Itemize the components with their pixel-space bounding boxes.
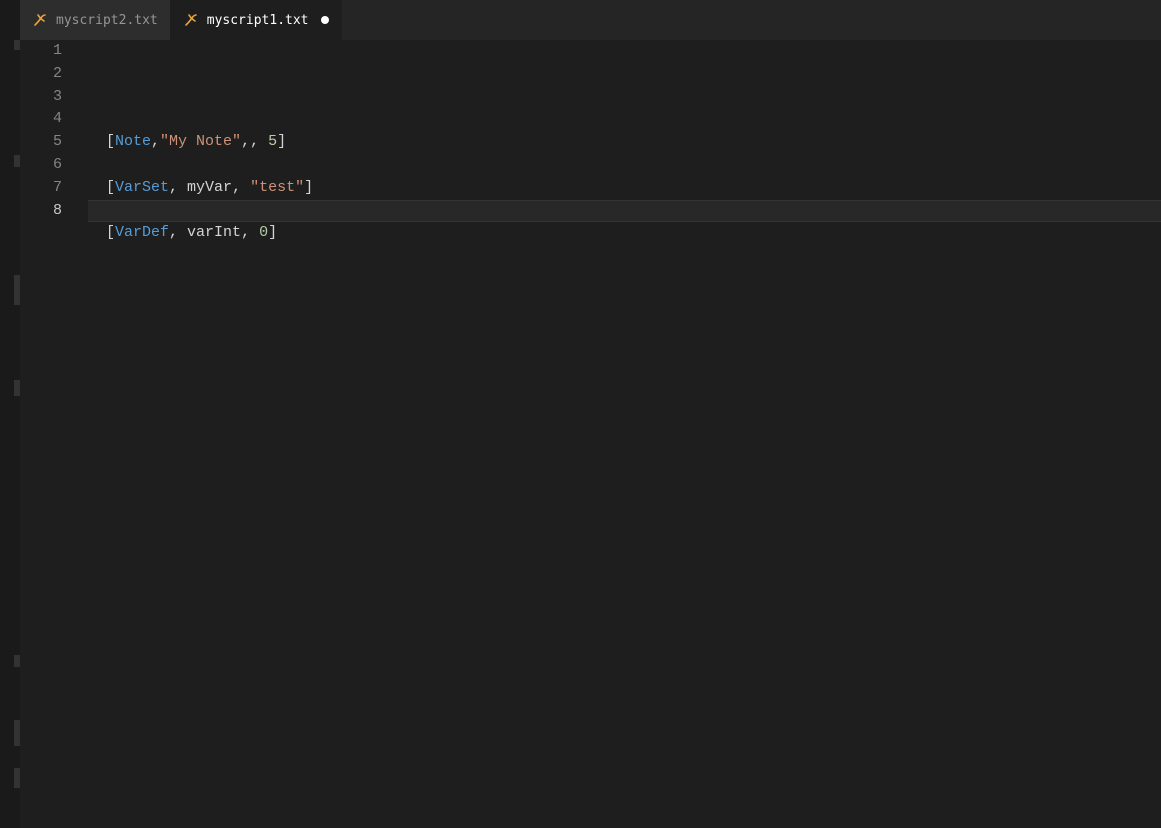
token-num: 5: [268, 133, 277, 150]
token-punct: ,,: [241, 133, 268, 150]
token-punct: [: [106, 224, 115, 241]
tab-label: myscript1.txt: [207, 13, 309, 28]
code-line[interactable]: [106, 154, 1161, 177]
line-number: 5: [20, 131, 88, 154]
token-punct: ,: [169, 224, 187, 241]
token-ident: varInt: [187, 224, 241, 241]
dirty-indicator-icon: [321, 16, 329, 24]
token-punct: ]: [268, 224, 277, 241]
token-str: "My Note": [160, 133, 241, 150]
token-punct: [: [106, 133, 115, 150]
line-number: 7: [20, 177, 88, 200]
token-ident: myVar: [187, 179, 232, 196]
token-punct: ,: [151, 133, 160, 150]
zbrush-icon: [32, 12, 48, 28]
token-str: "test": [250, 179, 304, 196]
code-line[interactable]: [106, 268, 1161, 291]
line-number: 3: [20, 86, 88, 109]
tab-myscript1-txt[interactable]: myscript1.txt: [171, 0, 342, 40]
line-number: 2: [20, 63, 88, 86]
tab-label: myscript2.txt: [56, 13, 158, 28]
token-punct: ,: [169, 179, 187, 196]
token-punct: ]: [277, 133, 286, 150]
token-punct: ,: [241, 224, 259, 241]
code-line[interactable]: [106, 200, 1161, 223]
line-number: 6: [20, 154, 88, 177]
left-rail: [0, 0, 20, 828]
code-line[interactable]: [Note,"My Note",, 5]: [106, 131, 1161, 154]
app-root: myscript2.txtmyscript1.txt 12345678 [Not…: [0, 0, 1161, 828]
code-line[interactable]: [106, 108, 1161, 131]
token-kw: VarSet: [115, 179, 169, 196]
code-editor[interactable]: 12345678 [Note,"My Note",, 5][VarSet, my…: [20, 40, 1161, 828]
line-number: 1: [20, 40, 88, 63]
code-line[interactable]: [VarSet, myVar, "test"]: [106, 177, 1161, 200]
line-number: 4: [20, 108, 88, 131]
tab-myscript2-txt[interactable]: myscript2.txt: [20, 0, 171, 40]
main-column: myscript2.txtmyscript1.txt 12345678 [Not…: [20, 0, 1161, 828]
code-area[interactable]: [Note,"My Note",, 5][VarSet, myVar, "tes…: [88, 40, 1161, 828]
zbrush-icon: [183, 12, 199, 28]
token-kw: Note: [115, 133, 151, 150]
code-line[interactable]: [106, 245, 1161, 268]
line-number: 8: [20, 200, 88, 223]
line-number-gutter: 12345678: [20, 40, 88, 828]
token-num: 0: [259, 224, 268, 241]
token-punct: [: [106, 179, 115, 196]
code-line[interactable]: [VarDef, varInt, 0]: [106, 222, 1161, 245]
token-punct: ,: [232, 179, 250, 196]
token-kw: VarDef: [115, 224, 169, 241]
token-punct: ]: [304, 179, 313, 196]
tabs-spacer: [342, 0, 1161, 40]
tab-bar: myscript2.txt myscript1.txt: [20, 0, 1161, 40]
